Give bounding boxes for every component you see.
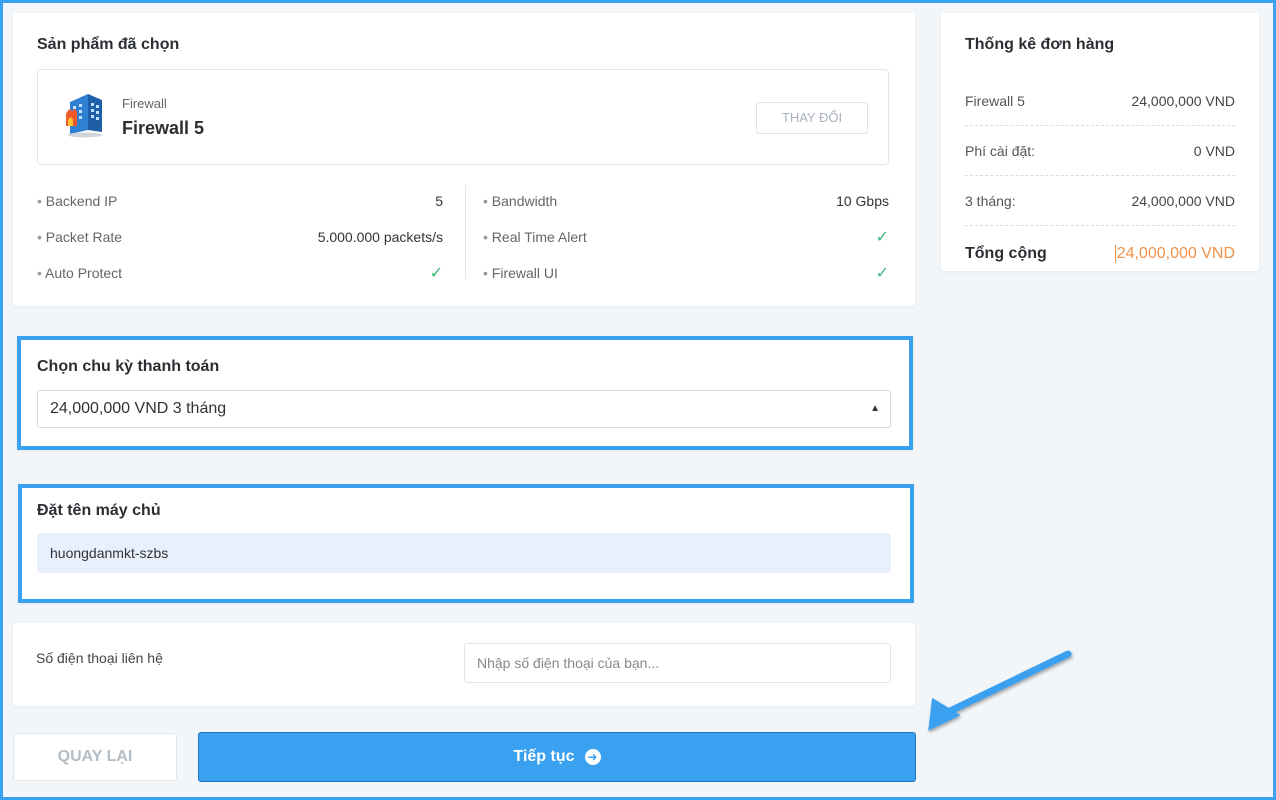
- summary-row: Phí cài đặt: 0 VND: [965, 126, 1235, 176]
- summary-value: 24,000,000 VND: [1131, 92, 1235, 109]
- spec-row: Packet Rate 5.000.000 packets/s: [37, 219, 443, 255]
- back-button[interactable]: QUAY LẠI: [13, 733, 177, 781]
- check-icon: ✓: [875, 265, 889, 282]
- annotation-arrow-icon: [928, 650, 1072, 731]
- order-summary-card: Thống kê đơn hàng Firewall 5 24,000,000 …: [941, 13, 1259, 271]
- spec-divider: [465, 185, 466, 279]
- summary-row: Firewall 5 24,000,000 VND: [965, 76, 1235, 126]
- product-box: Firewall Firewall 5 THAY ĐỔI: [37, 69, 889, 165]
- product-category: Firewall: [122, 96, 167, 111]
- spec-list-left: Backend IP 5 Packet Rate 5.000.000 packe…: [37, 183, 443, 291]
- phone-input[interactable]: Nhập số điện thoại của bạn...: [464, 643, 891, 683]
- check-icon: ✓: [429, 265, 443, 282]
- summary-value: 24,000,000 VND: [1131, 192, 1235, 209]
- spec-row: Firewall UI ✓: [483, 255, 889, 291]
- spec-label: Auto Protect: [37, 265, 122, 281]
- spec-row: Backend IP 5: [37, 183, 443, 219]
- spec-row: Real Time Alert ✓: [483, 219, 889, 255]
- selected-product-card: Sản phẩm đã chọn Firewall Firewall 5 THA…: [13, 13, 915, 306]
- summary-list: Firewall 5 24,000,000 VND Phí cài đặt: 0…: [965, 76, 1235, 282]
- spec-label: Real Time Alert: [483, 229, 587, 245]
- total-value: 24,000,000 VND: [1114, 245, 1235, 263]
- spec-list-right: Bandwidth 10 Gbps Real Time Alert ✓ Fire…: [483, 183, 889, 291]
- selected-product-title: Sản phẩm đã chọn: [37, 36, 180, 53]
- continue-label: Tiếp tục: [513, 748, 575, 765]
- billing-cycle-title: Chọn chu kỳ thanh toán: [37, 358, 220, 375]
- billing-cycle-card: Chọn chu kỳ thanh toán 24,000,000 VND 3 …: [17, 336, 913, 450]
- billing-cycle-selected: 24,000,000 VND 3 tháng: [50, 400, 227, 417]
- spec-label: Backend IP: [37, 193, 118, 209]
- change-product-button[interactable]: THAY ĐỔI: [756, 102, 868, 134]
- summary-row: 3 tháng: 24,000,000 VND: [965, 176, 1235, 226]
- phone-label: Số điện thoại liên hệ: [36, 650, 163, 666]
- server-name-input[interactable]: huongdanmkt-szbs: [37, 533, 891, 573]
- billing-cycle-select[interactable]: 24,000,000 VND 3 tháng ▲: [37, 390, 891, 428]
- summary-total-row: Tổng cộng 24,000,000 VND: [965, 226, 1235, 282]
- server-name-card: Đặt tên máy chủ huongdanmkt-szbs: [18, 484, 914, 603]
- spec-row: Auto Protect ✓: [37, 255, 443, 291]
- order-summary-title: Thống kê đơn hàng: [965, 36, 1115, 53]
- product-name: Firewall 5: [122, 118, 205, 138]
- summary-label: 3 tháng:: [965, 192, 1016, 209]
- summary-label: Phí cài đặt:: [965, 142, 1036, 159]
- arrow-right-circle-icon: ➜: [584, 749, 601, 765]
- spec-value: 10 Gbps: [836, 193, 889, 209]
- phone-card: Số điện thoại liên hệ Nhập số điện thoại…: [13, 623, 915, 706]
- select-arrows-icon: ▲: [870, 403, 880, 414]
- firewall-building-icon: [66, 94, 102, 138]
- total-label: Tổng cộng: [965, 245, 1047, 262]
- spec-label: Packet Rate: [37, 229, 122, 245]
- spec-row: Bandwidth 10 Gbps: [483, 183, 889, 219]
- continue-button[interactable]: Tiếp tục ➜: [198, 732, 916, 782]
- check-icon: ✓: [875, 229, 889, 246]
- spec-label: Firewall UI: [483, 265, 558, 281]
- spec-label: Bandwidth: [483, 193, 557, 209]
- summary-label: Firewall 5: [965, 92, 1025, 109]
- spec-value: 5: [435, 193, 443, 209]
- server-name-title: Đặt tên máy chủ: [37, 502, 161, 519]
- spec-value: 5.000.000 packets/s: [317, 229, 443, 245]
- summary-value: 0 VND: [1193, 142, 1235, 159]
